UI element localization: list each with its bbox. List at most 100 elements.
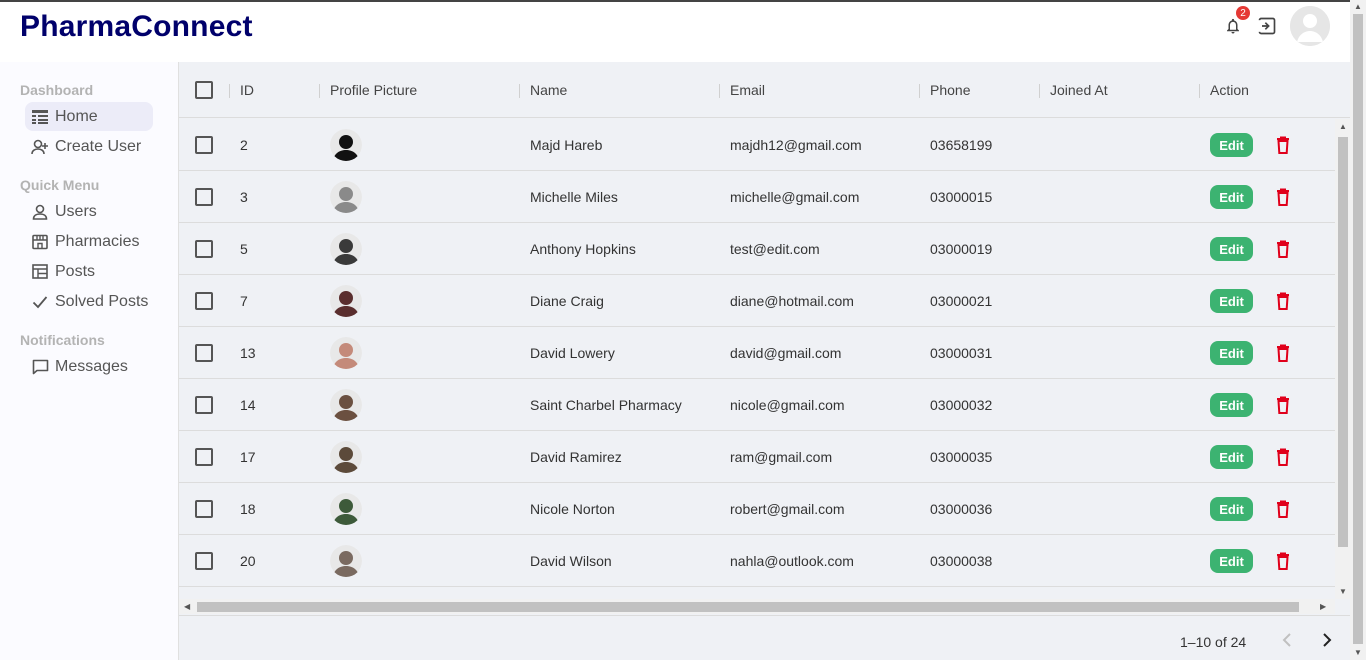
column-separator — [519, 84, 520, 98]
table-row[interactable]: 7 Diane Craig diane@hotmail.com 03000021 Edi… — [179, 275, 1335, 327]
edit-button[interactable]: Edit — [1210, 393, 1253, 417]
profile-picture — [330, 389, 362, 421]
edit-button[interactable]: Edit — [1210, 133, 1253, 157]
profile-picture — [330, 129, 362, 161]
delete-button[interactable] — [1276, 136, 1290, 154]
profile-picture — [330, 545, 362, 577]
edit-button[interactable]: Edit — [1210, 289, 1253, 313]
notifications-button[interactable]: 2 — [1222, 6, 1250, 37]
table-row[interactable]: 5 Anthony Hopkins test@edit.com 03000019 Edi… — [179, 223, 1335, 275]
cell-action: Edit — [1210, 171, 1253, 223]
scroll-up-icon[interactable]: ▲ — [1339, 122, 1347, 131]
chevron-left-icon — [1282, 633, 1291, 647]
sidebar-item-users[interactable]: Users — [25, 197, 153, 226]
edit-button[interactable]: Edit — [1210, 445, 1253, 469]
delete-button[interactable] — [1276, 344, 1290, 362]
cell-action: Edit — [1210, 223, 1253, 275]
row-checkbox[interactable] — [195, 240, 213, 258]
edit-button[interactable]: Edit — [1210, 497, 1253, 521]
column-header-action[interactable]: Action — [1210, 62, 1249, 118]
sidebar-item-create-user[interactable]: Create User — [25, 132, 153, 161]
page-scroll-down-icon[interactable]: ▼ — [1354, 648, 1362, 657]
row-checkbox[interactable] — [195, 292, 213, 310]
sidebar-item-solved-posts[interactable]: Solved Posts — [25, 287, 153, 316]
sidebar-item-home[interactable]: Home — [25, 102, 153, 131]
column-header-phone[interactable]: Phone — [930, 62, 970, 118]
row-checkbox[interactable] — [195, 344, 213, 362]
user-avatar[interactable] — [1290, 6, 1330, 46]
scroll-left-icon[interactable]: ◀ — [184, 602, 190, 611]
row-checkbox[interactable] — [195, 448, 213, 466]
edit-button[interactable]: Edit — [1210, 549, 1253, 573]
cell-id: 14 — [240, 397, 256, 413]
scroll-down-icon[interactable]: ▼ — [1339, 587, 1347, 596]
profile-picture — [330, 493, 362, 525]
edit-button[interactable]: Edit — [1210, 237, 1253, 261]
cell-email: michelle@gmail.com — [730, 189, 860, 205]
row-checkbox[interactable] — [195, 500, 213, 518]
column-separator — [719, 84, 720, 98]
table-row[interactable]: 20 David Wilson nahla@outlook.com 03000038 E… — [179, 535, 1335, 587]
sidebar-item-messages[interactable]: Messages — [25, 352, 153, 381]
column-header-email[interactable]: Email — [730, 62, 765, 118]
cell-name: Diane Craig — [530, 293, 604, 309]
delete-button[interactable] — [1276, 396, 1290, 414]
cell-id: 17 — [240, 449, 256, 465]
horizontal-scroll-thumb[interactable] — [197, 602, 1299, 612]
column-header-joined-at[interactable]: Joined At — [1050, 62, 1108, 118]
column-header-profile-picture[interactable]: Profile Picture — [330, 62, 417, 118]
next-page-button[interactable] — [1316, 629, 1338, 651]
table-row[interactable]: 18 Nicole Norton robert@gmail.com 03000036 E… — [179, 483, 1335, 535]
column-header-name[interactable]: Name — [530, 62, 567, 118]
row-select-cell — [195, 275, 213, 327]
vertical-scroll-thumb[interactable] — [1338, 137, 1348, 547]
previous-page-button[interactable] — [1276, 629, 1298, 651]
delete-button[interactable] — [1276, 500, 1290, 518]
edit-button[interactable]: Edit — [1210, 185, 1253, 209]
delete-button[interactable] — [1276, 552, 1290, 570]
sidebar-section-quick-menu: Quick Menu — [20, 177, 100, 193]
select-all-checkbox[interactable] — [195, 81, 213, 99]
delete-button[interactable] — [1276, 448, 1290, 466]
cell-phone: 03000032 — [930, 397, 993, 413]
cell-delete — [1276, 223, 1290, 275]
table-header: ID Profile Picture Name Email Phone Join… — [179, 62, 1351, 118]
page-scroll-up-icon[interactable]: ▲ — [1354, 2, 1362, 11]
app-logo[interactable]: PharmaConnect — [20, 10, 253, 44]
table-row[interactable]: 13 David Lowery david@gmail.com 03000031 Edi… — [179, 327, 1335, 379]
row-checkbox[interactable] — [195, 552, 213, 570]
table-row[interactable]: 3 Michelle Miles michelle@gmail.com 0300001… — [179, 171, 1335, 223]
home-table-icon — [31, 108, 49, 126]
page-vertical-scrollbar[interactable]: ▲ ▼ — [1350, 0, 1366, 660]
page-scroll-thumb[interactable] — [1353, 14, 1363, 644]
delete-button[interactable] — [1276, 292, 1290, 310]
sidebar-item-label: Solved Posts — [55, 292, 149, 310]
delete-button[interactable] — [1276, 188, 1290, 206]
row-checkbox[interactable] — [195, 136, 213, 154]
cell-name: Saint Charbel Pharmacy — [530, 397, 682, 413]
sidebar-item-pharmacies[interactable]: Pharmacies — [25, 227, 153, 256]
row-checkbox[interactable] — [195, 396, 213, 414]
edit-button[interactable]: Edit — [1210, 341, 1253, 365]
avatar-placeholder-icon — [1290, 6, 1330, 46]
row-select-cell — [195, 171, 213, 223]
sidebar-item-posts[interactable]: Posts — [25, 257, 153, 286]
delete-button[interactable] — [1276, 240, 1290, 258]
table-vertical-scrollbar[interactable]: ▲ ▼ — [1335, 119, 1351, 599]
table-row[interactable]: 14 Saint Charbel Pharmacy nicole@gmail.com… — [179, 379, 1335, 431]
cell-profile-picture — [330, 275, 362, 327]
row-checkbox[interactable] — [195, 188, 213, 206]
logout-icon — [1257, 17, 1276, 35]
row-select-cell — [195, 379, 213, 431]
table-horizontal-scrollbar[interactable]: ◀ ▶ — [179, 599, 1335, 614]
cell-delete — [1276, 431, 1290, 483]
users-table: ID Profile Picture Name Email Phone Join… — [178, 62, 1351, 660]
cell-profile-picture — [330, 171, 362, 223]
column-header-id[interactable]: ID — [240, 62, 254, 118]
scroll-right-icon[interactable]: ▶ — [1320, 602, 1326, 611]
cell-name: Michelle Miles — [530, 189, 618, 205]
row-select-cell — [195, 327, 213, 379]
table-row[interactable]: 17 David Ramirez ram@gmail.com 03000035 Edit — [179, 431, 1335, 483]
logout-button[interactable] — [1256, 15, 1278, 37]
table-row[interactable]: 2 Majd Hareb majdh12@gmail.com 03658199 Edit — [179, 119, 1335, 171]
